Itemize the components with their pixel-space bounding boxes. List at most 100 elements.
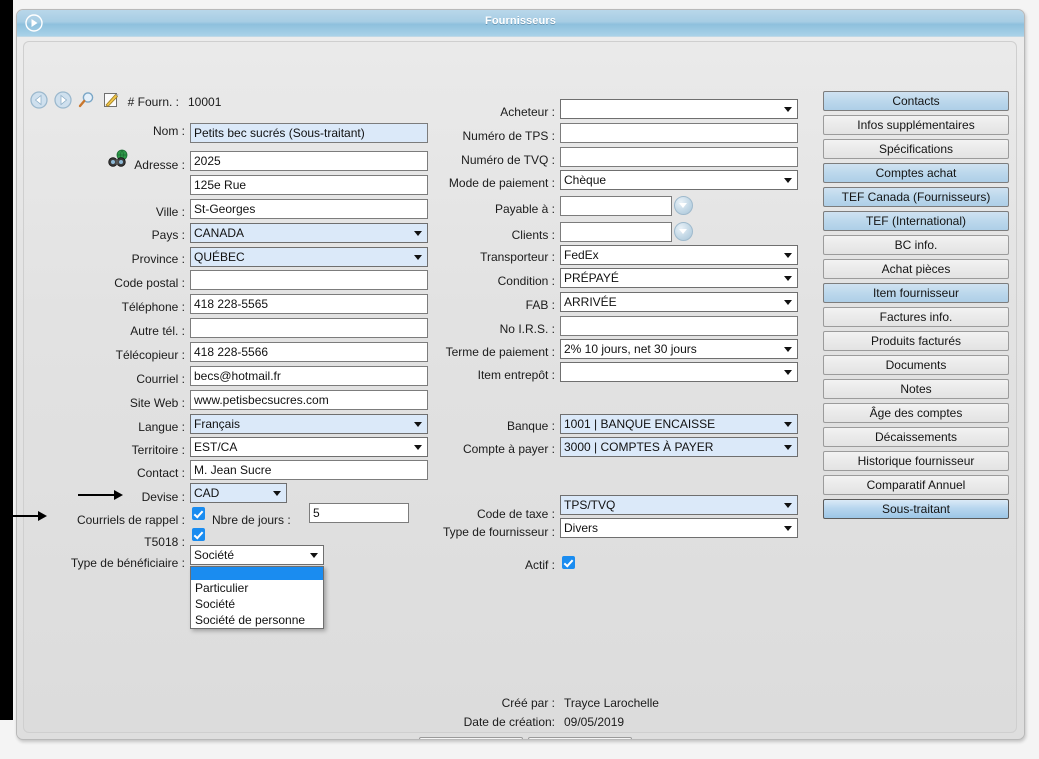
select-langue[interactable]: Français (190, 414, 428, 434)
label-pays: Pays : (57, 228, 185, 242)
label-clients: Clients : (427, 228, 555, 242)
select-type-beneficiaire[interactable]: Société (190, 545, 324, 565)
dropdown-option[interactable]: Particulier (191, 580, 323, 596)
select-code-taxe[interactable]: TPS/TVQ (560, 495, 798, 515)
label-acheteur: Acheteur : (427, 105, 555, 119)
select-condition[interactable]: PRÉPAYÉ (560, 268, 798, 288)
input-site-web[interactable] (190, 390, 428, 410)
checkbox-t5018[interactable] (192, 528, 205, 541)
chevron-down-circle-icon[interactable] (674, 196, 693, 215)
select-type-fournisseur[interactable]: Divers (560, 518, 798, 538)
select-acheteur[interactable] (560, 99, 798, 119)
screenshot-root: Fournisseurs (0, 0, 1039, 759)
label-telephone: Téléphone : (57, 300, 185, 314)
checkbox-actif[interactable] (562, 556, 575, 569)
input-autre-tel[interactable] (190, 318, 428, 338)
label-transporteur: Transporteur : (427, 250, 555, 264)
select-compte-a-payer[interactable]: 3000 | COMPTES À PAYER (560, 437, 798, 457)
button-infos-supplementaires[interactable]: Infos supplémentaires (823, 115, 1009, 135)
button-modifier[interactable]: Modifier (419, 737, 523, 740)
chevron-down-circle-icon[interactable] (674, 222, 693, 241)
input-contact[interactable] (190, 460, 428, 480)
input-numero-tvq[interactable] (560, 147, 798, 167)
button-decaissements[interactable]: Décaissements (823, 427, 1009, 447)
button-specifications[interactable]: Spécifications (823, 139, 1009, 159)
label-payable-a: Payable à : (427, 202, 555, 216)
label-cree-par: Créé par : (417, 696, 555, 710)
button-documents[interactable]: Documents (823, 355, 1009, 375)
input-adresse-ligne1[interactable] (190, 151, 428, 171)
button-contacts[interactable]: Contacts (823, 91, 1009, 111)
label-banque: Banque : (427, 419, 555, 433)
select-province[interactable]: QUÉBEC (190, 247, 428, 267)
input-ville[interactable] (190, 199, 428, 219)
select-mode-paiement[interactable]: Chèque (560, 170, 798, 190)
select-item-entrepot[interactable] (560, 362, 798, 382)
side-button-panel: Contacts Infos supplémentaires Spécifica… (823, 91, 1011, 523)
window-body: # Fourn. : 10001 Nom : Adresse : (17, 37, 1024, 737)
label-fab: FAB : (427, 298, 555, 312)
button-tef-international[interactable]: TEF (International) (823, 211, 1009, 231)
input-telecopieur[interactable] (190, 342, 428, 362)
select-pays[interactable]: CANADA (190, 223, 428, 243)
input-adresse-ligne2[interactable] (190, 175, 428, 195)
select-terme-paiement[interactable]: 2% 10 jours, net 30 jours (560, 339, 798, 359)
checkbox-courriels-rappel[interactable] (192, 507, 205, 520)
input-code-postal[interactable] (190, 270, 428, 290)
window-titlebar: Fournisseurs (17, 10, 1024, 37)
dropdown-type-beneficiaire-list[interactable]: Particulier Société Société de personne (190, 566, 324, 629)
label-t5018: T5018 : (57, 535, 185, 549)
label-numero-tps: Numéro de TPS : (427, 129, 555, 143)
input-numero-tps[interactable] (560, 123, 798, 143)
button-bc-info[interactable]: BC info. (823, 235, 1009, 255)
button-age-des-comptes[interactable]: Âge des comptes (823, 403, 1009, 423)
button-achat-pieces[interactable]: Achat pièces (823, 259, 1009, 279)
left-gutter-strip (0, 0, 13, 720)
label-type-beneficiaire: Type de bénéficiaire : (43, 556, 185, 570)
label-code-taxe: Code de taxe : (427, 507, 555, 521)
button-factures-info[interactable]: Factures info. (823, 307, 1009, 327)
label-contact: Contact : (57, 466, 185, 480)
button-notes[interactable]: Notes (823, 379, 1009, 399)
label-telecopieur: Télécopieur : (57, 348, 185, 362)
button-comptes-achat[interactable]: Comptes achat (823, 163, 1009, 183)
dropdown-option[interactable] (191, 567, 323, 580)
label-site-web: Site Web : (57, 396, 185, 410)
dropdown-option[interactable]: Société de personne (191, 612, 323, 628)
button-comparatif-annuel[interactable]: Comparatif Annuel (823, 475, 1009, 495)
label-code-postal: Code postal : (57, 276, 185, 290)
button-fermer[interactable]: Fermer (528, 737, 632, 740)
input-nbre-jours[interactable] (309, 503, 409, 523)
select-banque[interactable]: 1001 | BANQUE ENCAISSE (560, 414, 798, 434)
button-item-fournisseur[interactable]: Item fournisseur (823, 283, 1009, 303)
button-tef-canada[interactable]: TEF Canada (Fournisseurs) (823, 187, 1009, 207)
value-date-creation: 09/05/2019 (564, 715, 624, 729)
button-produits-factures[interactable]: Produits facturés (823, 331, 1009, 351)
input-telephone[interactable] (190, 294, 428, 314)
input-no-irs[interactable] (560, 316, 798, 336)
label-numero-fournisseur: # Fourn. : (79, 95, 179, 109)
label-no-irs: No I.R.S. : (427, 322, 555, 336)
dropdown-option[interactable]: Société (191, 596, 323, 612)
input-nom[interactable] (190, 123, 428, 143)
label-courriels-rappel: Courriels de rappel : (57, 513, 185, 527)
label-autre-tel: Autre tél. : (57, 324, 185, 338)
input-courriel[interactable] (190, 366, 428, 386)
label-item-entrepot: Item entrepôt : (427, 368, 555, 382)
window-title: Fournisseurs (17, 15, 1024, 27)
input-payable-a[interactable] (560, 196, 672, 216)
annotation-arrow-t5018 (78, 489, 124, 501)
value-numero-fournisseur: 10001 (188, 95, 221, 109)
input-clients[interactable] (560, 222, 672, 242)
next-arrow-icon[interactable] (53, 90, 73, 110)
button-sous-traitant[interactable]: Sous-traitant (823, 499, 1009, 519)
value-cree-par: Trayce Larochelle (564, 696, 659, 710)
select-fab[interactable]: ARRIVÉE (560, 292, 798, 312)
label-territoire: Territoire : (57, 443, 185, 457)
select-transporteur[interactable]: FedEx (560, 245, 798, 265)
button-historique-fournisseur[interactable]: Historique fournisseur (823, 451, 1009, 471)
select-territoire[interactable]: EST/CA (190, 437, 428, 457)
previous-arrow-icon[interactable] (29, 90, 49, 110)
select-devise[interactable]: CAD (190, 483, 287, 503)
label-mode-paiement: Mode de paiement : (427, 176, 555, 190)
